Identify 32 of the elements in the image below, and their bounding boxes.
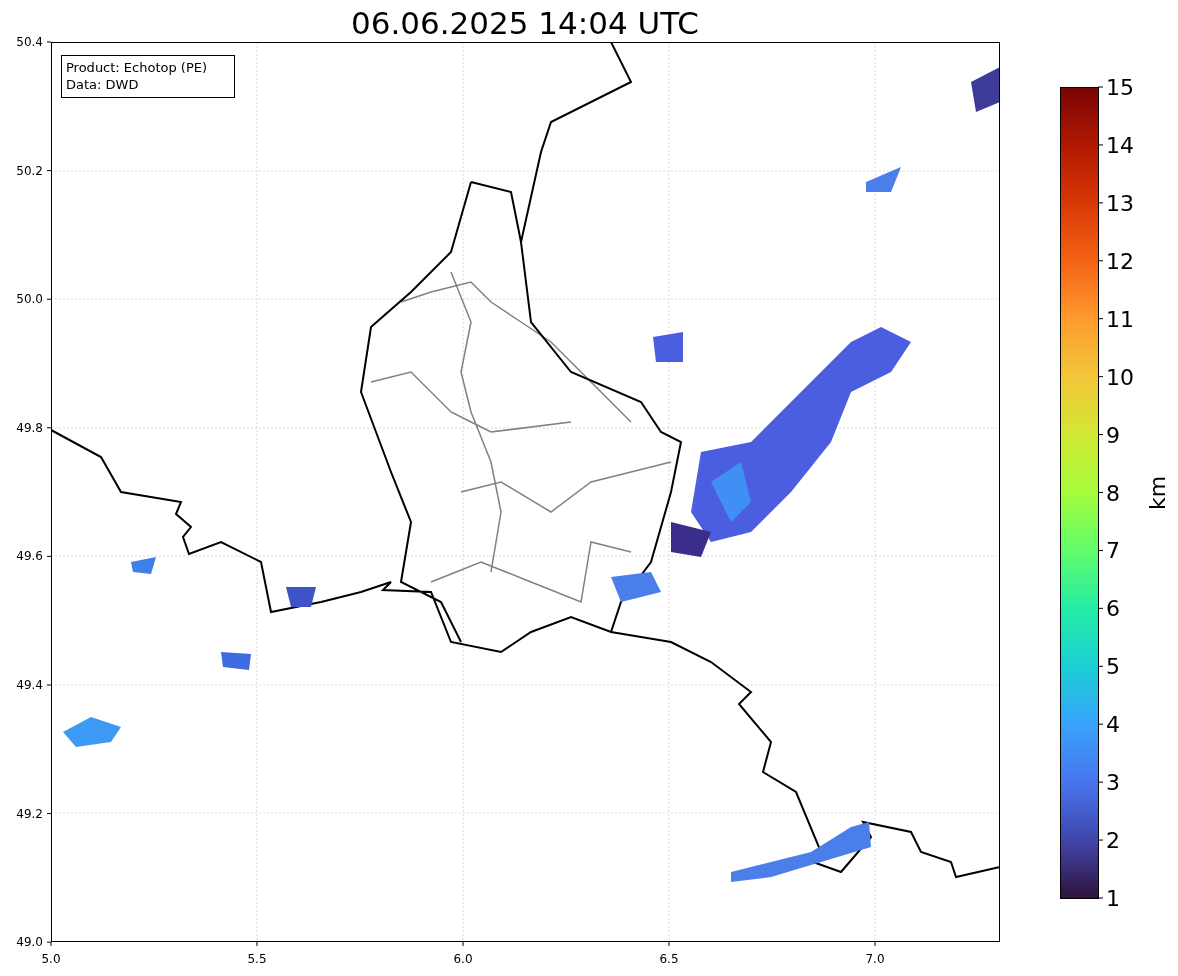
axis-tick-label: 49.2 <box>16 806 43 821</box>
colorbar-tick-label: 15 <box>1106 75 1134 100</box>
colorbar-tick-label: 3 <box>1106 770 1120 796</box>
axis-tick-label: 7.0 <box>865 952 885 966</box>
colorbar-tick-label: 14 <box>1106 132 1134 158</box>
axis-tick-label: 6.0 <box>453 952 473 966</box>
colorbar-tick-label: 1 <box>1106 886 1120 911</box>
info-text: Data: DWD <box>66 77 139 92</box>
axis-tick-label: 50.4 <box>16 35 43 49</box>
axis-tick-label: 5.0 <box>41 952 61 966</box>
axis-tick-label: 49.0 <box>16 935 43 950</box>
colorbar-tick-label: 13 <box>1106 190 1134 216</box>
colorbar-tick-label: 2 <box>1106 828 1120 854</box>
colorbar-tick-label: 10 <box>1106 364 1134 390</box>
colorbar-tick-label: 5 <box>1106 654 1120 680</box>
info-text: Product: Echotop (PE) <box>66 60 208 75</box>
colorbar-tick-label: 11 <box>1106 306 1134 332</box>
colorbar-tick-label: 6 <box>1106 596 1120 622</box>
axis-tick-label: 5.5 <box>247 952 267 966</box>
axis-tick-label: 6.5 <box>659 952 679 966</box>
colorbar-tick-label: 8 <box>1106 480 1120 506</box>
colorbar-tick-label: 9 <box>1106 422 1120 448</box>
axis-tick-label: 49.4 <box>16 678 43 692</box>
colorbar-tick-label: 4 <box>1106 712 1120 738</box>
colorbar-label: km <box>1145 475 1170 511</box>
axis-tick-label: 49.8 <box>16 420 43 435</box>
axis-tick-label: 50.2 <box>16 163 43 178</box>
colorbar-tick-label: 7 <box>1106 538 1120 564</box>
colorbar-tick-label: 12 <box>1106 248 1134 274</box>
axis-tick-label: 50.0 <box>16 292 43 307</box>
axis-tick-label: 49.6 <box>16 549 43 564</box>
chart-title: 06.06.2025 14:04 UTC <box>351 5 699 41</box>
